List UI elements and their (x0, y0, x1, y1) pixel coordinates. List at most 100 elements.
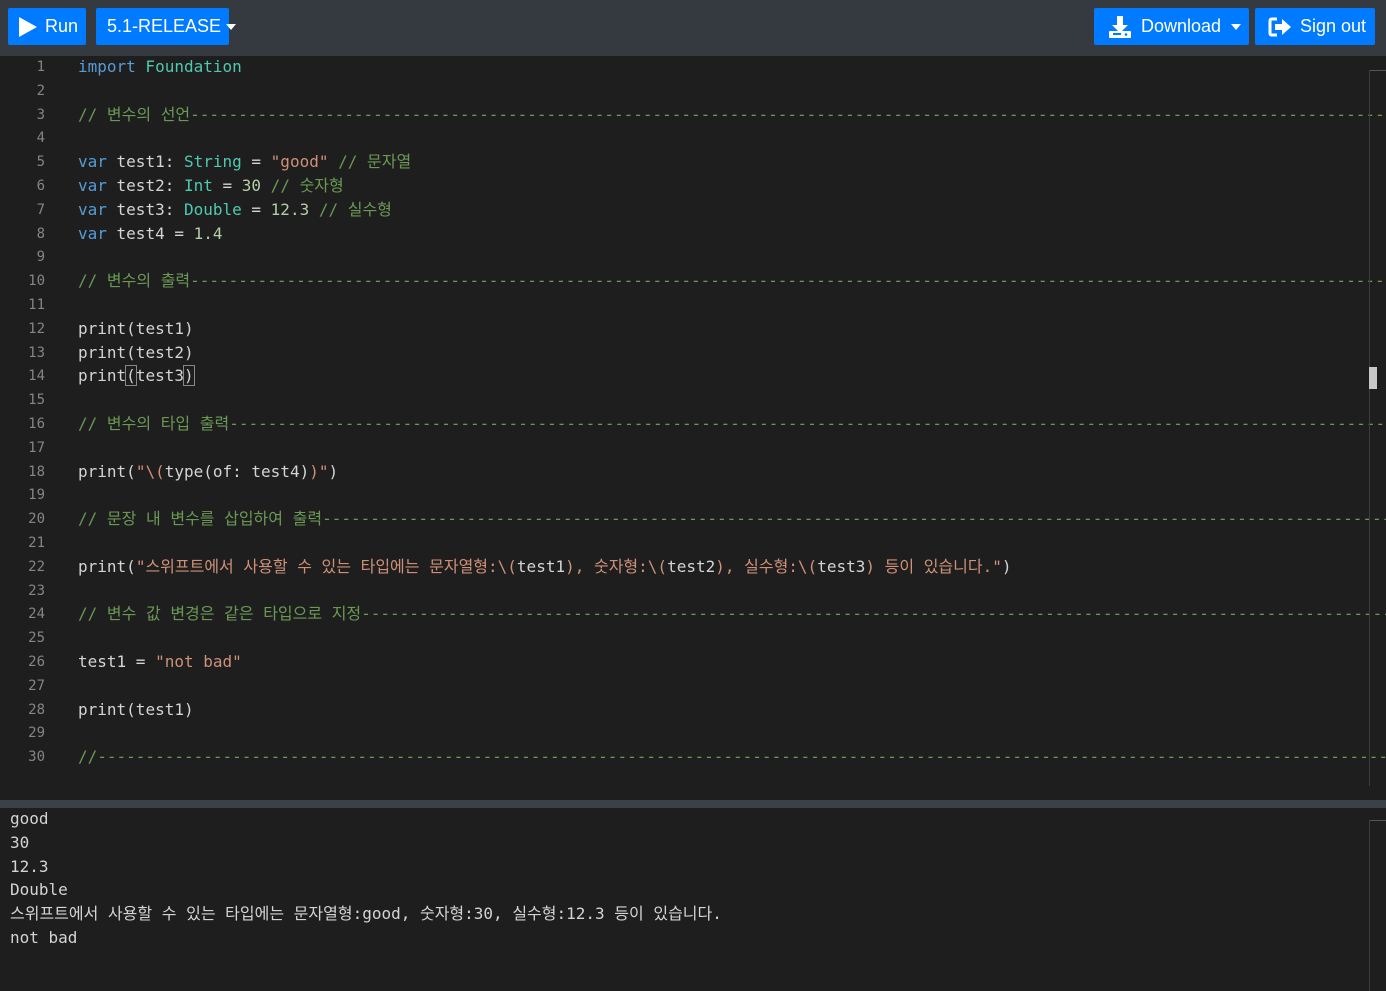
code-line[interactable]: 1 import Foundation (0, 56, 1386, 79)
code-text: // 변수의 타입 출력----------------------------… (78, 412, 1386, 436)
code-text: var test3: Double = 12.3 // 실수형 (78, 198, 392, 222)
code-line[interactable]: 23 (0, 579, 1386, 603)
code-text: print(test1) (78, 317, 194, 341)
code-token: print (78, 366, 127, 386)
code-token: (test1) (126, 699, 194, 719)
code-line[interactable]: 2 (0, 79, 1386, 103)
editor-scrollbar[interactable] (1369, 70, 1370, 786)
code-line[interactable]: 17 (0, 436, 1386, 460)
code-token: // 문자열 (328, 152, 412, 172)
editor-scroll-thumb[interactable] (1369, 367, 1377, 389)
code-text: var test1: String = "good" // 문자열 (78, 150, 411, 174)
output-overview-ruler (1370, 820, 1386, 821)
line-number: 15 (28, 392, 45, 409)
code-line[interactable]: 13 print(test2) (0, 341, 1386, 365)
code-token: ), 숫자형:\( (565, 556, 668, 576)
code-token: (test2) (126, 342, 194, 362)
version-dropdown[interactable]: 5.1-RELEASE (96, 8, 237, 45)
code-token: test1 = (78, 652, 156, 671)
code-token: import (78, 57, 136, 76)
code-line[interactable]: 5 var test1: String = "good" // 문자열 (0, 150, 1386, 174)
line-number: 21 (28, 535, 45, 551)
line-number: 9 (36, 249, 45, 266)
code-line[interactable]: 18 print("\(type(of: test4))") (0, 460, 1386, 484)
code-line[interactable]: 14 print(test3) (0, 364, 1386, 388)
line-number: 20 (28, 511, 45, 528)
line-number: 7 (36, 201, 45, 218)
code-token: test3 (817, 556, 866, 576)
code-line[interactable]: 30 //------------------------------------… (0, 745, 1386, 769)
code-editor[interactable]: 1 import Foundation 2 3// 변수의 선언-----------… (0, 56, 1386, 800)
run-button[interactable]: Run (8, 8, 86, 45)
code-token: // 문장 내 변수를 삽입하여 출력---------------------… (78, 509, 1386, 529)
code-token: 12.3 (270, 199, 310, 219)
line-number: 23 (28, 582, 45, 599)
code-line[interactable]: 6 var test2: Int = 30 // 숫자형 (0, 174, 1386, 198)
code-token: (test1) (126, 318, 194, 338)
code-token: //--------------------------------------… (78, 747, 1386, 767)
line-number: 2 (36, 82, 45, 99)
code-token: ) (328, 461, 339, 481)
download-icon (1109, 15, 1131, 38)
code-token: "스위프트에서 사용할 수 있는 타입에는 문자열형:\( (135, 556, 517, 576)
line-number: 16 (28, 416, 45, 432)
code-line[interactable]: 22 print("스위프트에서 사용할 수 있는 타입에는 문자열형:\(tes… (0, 555, 1386, 579)
line-number: 25 (28, 630, 45, 647)
line-number: 19 (28, 487, 45, 504)
line-number: 30 (28, 749, 45, 766)
code-line[interactable]: 16 // 변수의 타입 출력--------------------------… (0, 412, 1386, 436)
code-token: test1: (106, 152, 184, 172)
code-token: "\( (135, 461, 165, 481)
code-line[interactable]: 20 // 문장 내 변수를 삽입하여 출력-------------------… (0, 507, 1386, 531)
code-token: ) 등이 있습니다." (865, 556, 1002, 576)
code-token: // 실수형 (309, 199, 392, 219)
line-number: 17 (28, 439, 45, 456)
code-text: print(test3) (78, 364, 195, 388)
code-line[interactable]: 4 (0, 126, 1386, 150)
code-line[interactable]: 11 (0, 293, 1386, 317)
code-token: // 변수의 타입 출력----------------------------… (78, 414, 1386, 433)
sign-out-label: Sign out (1300, 16, 1367, 36)
run-label: Run (45, 16, 79, 36)
pane-resize-handle[interactable] (0, 800, 1386, 808)
code-token: ), 실수형:\( (715, 556, 818, 576)
code-line[interactable]: 19 (0, 483, 1386, 507)
code-token: ( (126, 556, 136, 576)
line-number: 27 (28, 677, 45, 694)
code-line[interactable]: 26 test1 = "not bad" (0, 650, 1386, 674)
code-text: //--------------------------------------… (78, 745, 1386, 769)
code-token: ) (1001, 556, 1012, 576)
code-line[interactable]: 28 print(test1) (0, 698, 1386, 722)
code-token: )" (309, 461, 329, 481)
code-line[interactable]: 27 (0, 674, 1386, 698)
download-button[interactable]: Download (1094, 8, 1249, 45)
code-line[interactable]: 21 (0, 531, 1386, 555)
code-line[interactable]: 9 (0, 245, 1386, 269)
code-token: test3: (106, 199, 184, 219)
line-number: 24 (28, 606, 45, 623)
code-line[interactable]: 8 var test4 = 1.4 (0, 222, 1386, 246)
code-token: // 변수의 출력-------------------------------… (78, 271, 1386, 291)
line-number: 14 (28, 368, 45, 385)
sign-out-button[interactable]: Sign out (1255, 8, 1375, 45)
line-number: 6 (36, 178, 45, 194)
code-line[interactable]: 25 (0, 626, 1386, 650)
line-number: 13 (28, 344, 45, 361)
code-line[interactable]: 10 // 변수의 출력-----------------------------… (0, 269, 1386, 293)
code-token: 1.4 (193, 223, 223, 243)
output-scrollbar[interactable] (1369, 820, 1370, 991)
code-line[interactable]: 29 (0, 721, 1386, 745)
code-line[interactable]: 24 // 변수 값 변경은 같은 타입으로 지정----------------… (0, 602, 1386, 626)
caret-down-icon (1231, 23, 1242, 30)
code-line[interactable]: 3 // 변수의 선언------------------------------… (0, 103, 1386, 127)
code-text: print(test1) (78, 698, 194, 722)
code-line[interactable]: 15 (0, 388, 1386, 412)
code-token: 30 (241, 176, 262, 195)
code-token: print (78, 318, 127, 338)
code-token: // 변수 값 변경은 같은 타입으로 지정------------------… (78, 604, 1386, 624)
code-token: Foundation (135, 57, 242, 76)
code-line[interactable]: 12 print(test1) (0, 317, 1386, 341)
code-line[interactable]: 7 var test3: Double = 12.3 // 실수형 (0, 198, 1386, 222)
line-number: 22 (28, 558, 45, 575)
code-token: test4 = (106, 223, 194, 243)
